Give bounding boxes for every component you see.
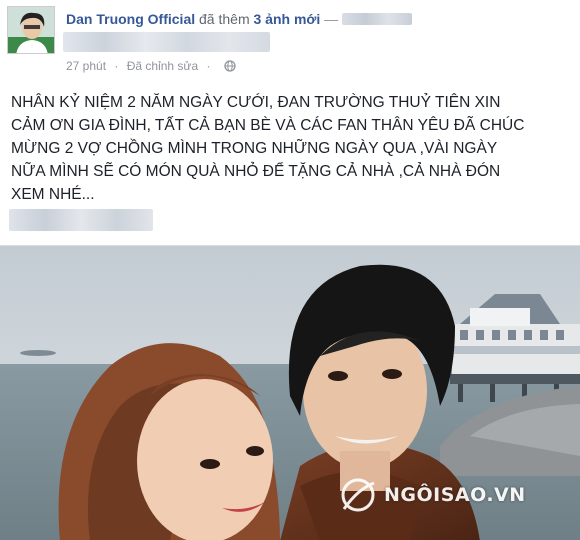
redacted-tag (342, 13, 413, 25)
watermark: NGÔISAO.VN (338, 475, 526, 515)
post-timestamp-link[interactable]: 27 phút (66, 59, 106, 73)
author-name-link[interactable]: Dan Truong Official (66, 11, 195, 27)
facebook-post: Dan Truong Official đã thêm 3 ảnh mới — … (0, 0, 580, 540)
photos-added-link[interactable]: 3 ảnh mới (254, 11, 321, 27)
post-headline: Dan Truong Official đã thêm 3 ảnh mới — (66, 11, 413, 27)
headline-separator: — (324, 11, 339, 27)
watermark-text: NGÔISAO.VN (384, 484, 526, 506)
status-line: MỪNG 2 VỢ CHỒNG MÌNH TRONG NHỮNG NGÀY QU… (11, 140, 498, 157)
meta-dot: · (114, 59, 119, 73)
status-line: XEM NHÉ... (11, 186, 95, 203)
action-text: đã thêm (199, 11, 250, 27)
status-line: CẢM ƠN GIA ĐÌNH, TẤT CẢ BẠN BÈ VÀ CÁC FA… (11, 117, 525, 134)
author-avatar[interactable] (7, 6, 55, 54)
watermark-logo-icon (341, 478, 375, 512)
meta-dot: · (206, 59, 211, 73)
status-line: NỮA MÌNH SẼ CÓ MÓN QUÀ NHỎ ĐỂ TẶNG CẢ NH… (11, 163, 501, 180)
redacted-tagged-people (63, 32, 270, 52)
status-line: NHÂN KỶ NIỆM 2 NĂM NGÀY CƯỚI, ĐAN TRƯỜNG… (11, 94, 501, 111)
redacted-hashtag (9, 209, 153, 231)
post-status-text: NHÂN KỶ NIỆM 2 NĂM NGÀY CƯỚI, ĐAN TRƯỜNG… (11, 91, 579, 206)
edited-link[interactable]: Đã chỉnh sửa (127, 59, 198, 73)
post-meta: 27 phút · Đã chỉnh sửa · (66, 59, 236, 75)
globe-icon[interactable] (224, 60, 236, 75)
